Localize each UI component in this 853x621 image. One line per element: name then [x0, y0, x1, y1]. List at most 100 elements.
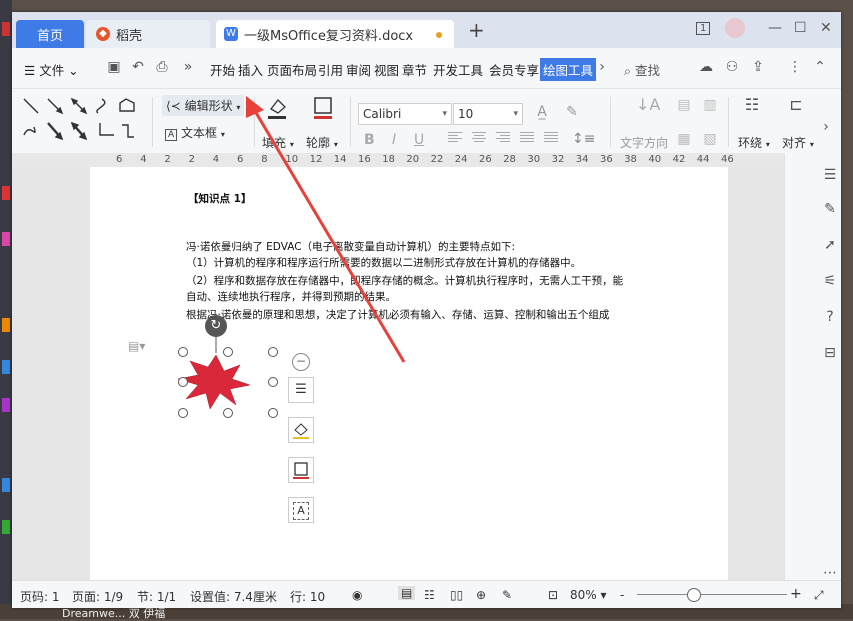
- more-options-icon[interactable]: ⋮: [787, 59, 803, 75]
- align-right-icon[interactable]: [496, 132, 510, 144]
- resize-handle[interactable]: [178, 408, 188, 418]
- fill-button[interactable]: 填充 ▾: [262, 134, 294, 151]
- resize-handle[interactable]: [223, 408, 233, 418]
- desktop-app-icon[interactable]: [2, 186, 10, 200]
- line-spacing-icon[interactable]: ↕≡: [572, 131, 595, 147]
- close-button[interactable]: ✕: [820, 20, 832, 36]
- highlight-icon[interactable]: ✎: [564, 104, 580, 120]
- sidebar-more-icon[interactable]: ⋯: [822, 565, 838, 581]
- quick-outline-button[interactable]: [288, 457, 314, 483]
- menu-start[interactable]: 开始: [210, 60, 235, 79]
- collapse-tools-icon[interactable]: −: [292, 353, 310, 371]
- fill-icon[interactable]: [266, 95, 288, 121]
- break-link-icon[interactable]: ▧: [702, 131, 718, 147]
- wrap-icon[interactable]: ☷: [744, 97, 760, 113]
- sidebar-help-icon[interactable]: ?: [822, 309, 838, 325]
- text-direction-label[interactable]: 文字方向: [620, 134, 668, 151]
- resize-handle[interactable]: [223, 347, 233, 357]
- menu-review[interactable]: 审阅: [346, 60, 371, 79]
- menu-member[interactable]: 会员专享: [489, 60, 539, 79]
- desktop-app-icon[interactable]: [2, 232, 10, 246]
- row-status[interactable]: 行: 10: [290, 588, 325, 605]
- wrap-button[interactable]: 环绕 ▾: [738, 134, 770, 151]
- quick-textbox-button[interactable]: A: [288, 497, 314, 523]
- menu-dev-tools[interactable]: 开发工具: [433, 60, 483, 79]
- page-status[interactable]: 页面: 1/9: [72, 588, 123, 605]
- desktop-app-icon[interactable]: [2, 520, 10, 534]
- outline-icon[interactable]: [312, 95, 334, 121]
- outline-view-icon[interactable]: ☷: [424, 588, 435, 602]
- page-code-status[interactable]: 页码: 1: [20, 588, 60, 605]
- outline-button[interactable]: 轮廓 ▾: [306, 134, 338, 151]
- font-name-combo[interactable]: Calibri ▾: [358, 103, 452, 125]
- desktop-app-icon[interactable]: [2, 318, 10, 332]
- collaborate-icon[interactable]: ⚇: [724, 59, 740, 75]
- search-box[interactable]: ⌕ 查找: [624, 60, 660, 79]
- zoom-out-button[interactable]: -: [620, 588, 624, 602]
- desktop-app-icon[interactable]: [2, 478, 10, 492]
- reading-view-icon[interactable]: ▯▯: [450, 588, 463, 602]
- writing-mode-icon[interactable]: ✎: [502, 588, 512, 602]
- align-text-icon[interactable]: ▤: [676, 97, 692, 113]
- setting-value-status[interactable]: 设置值: 7.4厘米: [190, 588, 277, 605]
- layout-options-button[interactable]: ☰: [288, 377, 314, 403]
- fit-page-icon[interactable]: ⊡: [548, 588, 558, 602]
- section-status[interactable]: 节: 1/1: [137, 588, 176, 605]
- resize-handle[interactable]: [268, 408, 278, 418]
- menu-page-layout[interactable]: 页面布局: [267, 60, 317, 79]
- resize-handle[interactable]: [268, 347, 278, 357]
- sidebar-pen-icon[interactable]: ✎: [822, 201, 838, 217]
- quick-fill-button[interactable]: [288, 417, 314, 443]
- text-direction-icon[interactable]: ↓A: [636, 97, 660, 113]
- align-icon[interactable]: ⊏: [788, 97, 804, 113]
- fullscreen-icon[interactable]: ⤢: [814, 588, 824, 603]
- more-chevron-icon[interactable]: »: [180, 59, 196, 75]
- chevron-right-icon[interactable]: ›: [594, 59, 610, 75]
- shape-gallery[interactable]: [20, 95, 142, 147]
- cloud-sync-icon[interactable]: ☁: [698, 59, 714, 75]
- document-page[interactable]: 【知识点 1】 冯·诺依曼归纳了 EDVAC（电子离散变量自动计算机）的主要特点…: [90, 167, 728, 580]
- resize-handle[interactable]: [178, 377, 188, 387]
- font-size-combo[interactable]: 10 ▾: [453, 103, 523, 125]
- sidebar-settings-icon[interactable]: ⚟: [822, 273, 838, 289]
- align-button[interactable]: 对齐 ▾: [782, 134, 814, 151]
- new-tab-button[interactable]: +: [468, 18, 485, 42]
- web-view-icon[interactable]: ⊕: [476, 588, 486, 602]
- user-avatar[interactable]: [725, 18, 745, 38]
- zoom-slider-thumb[interactable]: [687, 588, 701, 602]
- collapse-ribbon-icon[interactable]: ⌃: [812, 59, 828, 75]
- desktop-app-icon[interactable]: [2, 398, 10, 412]
- rotate-handle-icon[interactable]: ↻: [205, 315, 227, 337]
- align-left-icon[interactable]: [448, 132, 462, 144]
- menu-insert[interactable]: 插入: [238, 60, 263, 79]
- menu-chapter[interactable]: 章节: [402, 60, 427, 79]
- menu-reference[interactable]: 引用: [318, 60, 343, 79]
- resize-handle[interactable]: [268, 377, 278, 387]
- tab-count-button[interactable]: 1: [696, 22, 711, 35]
- text-box-button[interactable]: A 文本框 ▾: [165, 124, 225, 141]
- sidebar-select-icon[interactable]: ➚: [822, 237, 838, 253]
- print-icon[interactable]: ⎙: [154, 59, 170, 75]
- italic-button[interactable]: I: [392, 132, 396, 148]
- font-color-icon[interactable]: A̲: [534, 104, 550, 120]
- tab-home[interactable]: 首页: [16, 20, 84, 48]
- minimize-button[interactable]: —: [768, 20, 782, 36]
- zoom-level[interactable]: 80% ▾: [570, 588, 607, 602]
- page-view-icon[interactable]: ▤: [398, 586, 416, 600]
- underline-button[interactable]: U: [414, 132, 424, 148]
- tab-document[interactable]: W 一级MsOffice复习资料.docx: [216, 20, 454, 48]
- justify-icon[interactable]: [520, 132, 534, 144]
- link-textbox-icon[interactable]: ▥: [702, 97, 718, 113]
- resize-handle[interactable]: [178, 347, 188, 357]
- sidebar-inbox-icon[interactable]: ⊟: [822, 345, 838, 361]
- restore-button[interactable]: ☐: [794, 20, 807, 36]
- file-menu[interactable]: ☰ 文件 ⌄: [24, 60, 79, 79]
- align-center-icon[interactable]: [472, 132, 486, 144]
- ribbon-scroll-right-icon[interactable]: ›: [818, 119, 834, 135]
- eye-protection-icon[interactable]: ◉: [352, 588, 362, 602]
- distribute-icon[interactable]: [544, 132, 558, 144]
- horizontal-ruler[interactable]: 6 4 2 2 4 6 8 10 12 14 16 18 20 22 24 26 28 30 32 34 36 38 40 4…: [12, 153, 784, 167]
- share-icon[interactable]: ⇪: [750, 59, 766, 75]
- zoom-in-button[interactable]: +: [790, 586, 802, 602]
- bold-button[interactable]: B: [364, 132, 375, 148]
